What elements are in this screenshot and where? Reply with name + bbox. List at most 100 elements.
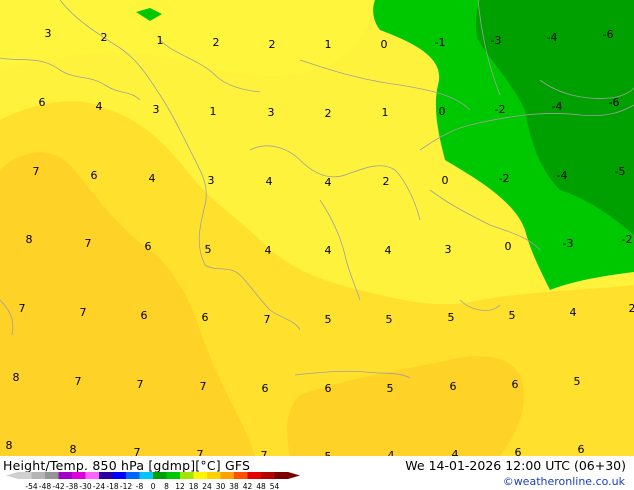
temperature-value: 0 — [505, 240, 512, 253]
colorbar-swatch — [180, 472, 194, 479]
temperature-value: 1 — [210, 105, 217, 118]
temperature-value: 6 — [515, 446, 522, 456]
colorbar-swatch — [274, 472, 289, 479]
temperature-value: 8 — [13, 371, 20, 384]
temperature-value: -4 — [547, 31, 558, 44]
temperature-value: 1 — [382, 106, 389, 119]
colorbar-label: 38 — [229, 482, 239, 490]
temperature-value: 4 — [96, 100, 103, 113]
colorbar-label: -54 — [25, 482, 37, 490]
valid-date: We 14-01-2026 12:00 UTC (06+30) — [405, 458, 626, 473]
temperature-value: 7 — [85, 237, 92, 250]
temperature-value: 2 — [325, 107, 332, 120]
colorbar-label: -42 — [52, 482, 64, 490]
colorbar-swatch — [58, 472, 73, 479]
temperature-value: 0 — [381, 38, 388, 51]
colorbar-label: 30 — [216, 482, 226, 490]
temperature-value: 4 — [149, 172, 156, 185]
colorbar-swatch — [18, 472, 32, 479]
colorbar-label: -12 — [120, 482, 132, 490]
colorbar-label: 42 — [243, 482, 253, 490]
colorbar-label: -38 — [66, 482, 78, 490]
temperature-value: -1 — [435, 36, 446, 49]
temperature-value: 6 — [91, 169, 98, 182]
colorbar-swatch — [85, 472, 100, 479]
temperature-value: 2 — [629, 302, 634, 315]
temperature-value: 4 — [452, 448, 459, 456]
temperature-value: 5 — [574, 375, 581, 388]
colorbar-label: 0 — [151, 482, 156, 490]
temperature-value: -2 — [499, 172, 510, 185]
temperature-value: 8 — [6, 439, 13, 452]
temperature-value: 4 — [388, 449, 395, 456]
colorbar-swatch — [112, 472, 127, 479]
temperature-value: 6 — [262, 382, 269, 395]
colorbar-swatch — [153, 472, 167, 479]
temperature-value: 5 — [325, 313, 332, 326]
temperature-value: 7 — [33, 165, 40, 178]
color-legend: -54 -48 -42 -38 -30 -24 -18 -12 -8 0 8 12 18 24 30 38 42… — [6, 472, 300, 490]
colorbar-label: -24 — [93, 482, 105, 490]
temperature-value: 7 — [80, 306, 87, 319]
colorbar-label: -30 — [79, 482, 91, 490]
temperature-value: 8 — [26, 233, 33, 246]
temperature-value: 2 — [213, 36, 220, 49]
temperature-value: -6 — [609, 96, 620, 109]
temperature-value: 3 — [268, 106, 275, 119]
temperature-value: 3 — [153, 103, 160, 116]
temperature-value: 1 — [157, 34, 164, 47]
temperature-value: 4 — [266, 175, 273, 188]
temperature-value: 5 — [448, 311, 455, 324]
temperature-value: 7 — [261, 449, 268, 456]
colorbar-label: 18 — [189, 482, 199, 490]
colorbar-swatch — [139, 472, 154, 479]
colorbar-swatch — [234, 472, 248, 479]
temperature-value: 7 — [75, 375, 82, 388]
colorbar-arrow-left — [6, 472, 18, 479]
colorbar-swatch — [126, 472, 140, 479]
temperature-value: 5 — [386, 313, 393, 326]
temperature-map: 3 2 1 2 2 1 0 -1 -3 -4 -6 6 4 3 1 3 2 1 0 -2 -4 -6 7 6 4 3 4 4 2 0 -2 -… — [0, 0, 634, 456]
temperature-value: 7 — [134, 446, 141, 456]
credit-link[interactable]: ©weatheronline.co.uk — [503, 475, 625, 488]
colorbar-label: 8 — [164, 482, 169, 490]
colorbar-swatch — [247, 472, 262, 479]
colorbar-swatch — [207, 472, 221, 479]
temperature-value: 4 — [570, 306, 577, 319]
temperature-value: 7 — [197, 448, 204, 456]
temperature-value: -2 — [622, 233, 633, 246]
colorbar-label: 24 — [202, 482, 212, 490]
colorbar-swatch — [45, 472, 59, 479]
colorbar-swatch — [72, 472, 86, 479]
colorbar-arrow-right — [288, 472, 300, 479]
temperature-value: 2 — [269, 38, 276, 51]
temperature-value: 3 — [45, 27, 52, 40]
temperature-value: 6 — [450, 380, 457, 393]
temperature-value: 1 — [325, 38, 332, 51]
temperature-value: 6 — [145, 240, 152, 253]
temperature-value: 5 — [205, 243, 212, 256]
colorbar-label: 12 — [175, 482, 185, 490]
temperature-value: 6 — [578, 443, 585, 456]
colorbar-swatch — [31, 472, 46, 479]
colorbar-label: 54 — [270, 482, 280, 490]
temperature-value: -5 — [615, 165, 626, 178]
temperature-value: 0 — [439, 105, 446, 118]
temperature-value: 2 — [383, 175, 390, 188]
temperature-value: 5 — [509, 309, 516, 322]
temperature-value: -4 — [557, 169, 568, 182]
temperature-value: 4 — [325, 176, 332, 189]
temperature-value: 7 — [200, 380, 207, 393]
temperature-value: 2 — [101, 31, 108, 44]
colorbar-label: -18 — [106, 482, 118, 490]
temperature-value: 6 — [512, 378, 519, 391]
colorbar-swatch — [261, 472, 275, 479]
colorbar-label: 48 — [256, 482, 266, 490]
temperature-value: 8 — [70, 443, 77, 456]
colorbar-swatch — [166, 472, 181, 479]
temperature-value: 6 — [202, 311, 209, 324]
colorbar-swatch — [99, 472, 113, 479]
temperature-value: 7 — [19, 302, 26, 315]
temperature-value: 4 — [325, 244, 332, 257]
footer: Height/Temp. 850 hPa [gdmp][°C] GFS We 1… — [0, 456, 634, 490]
